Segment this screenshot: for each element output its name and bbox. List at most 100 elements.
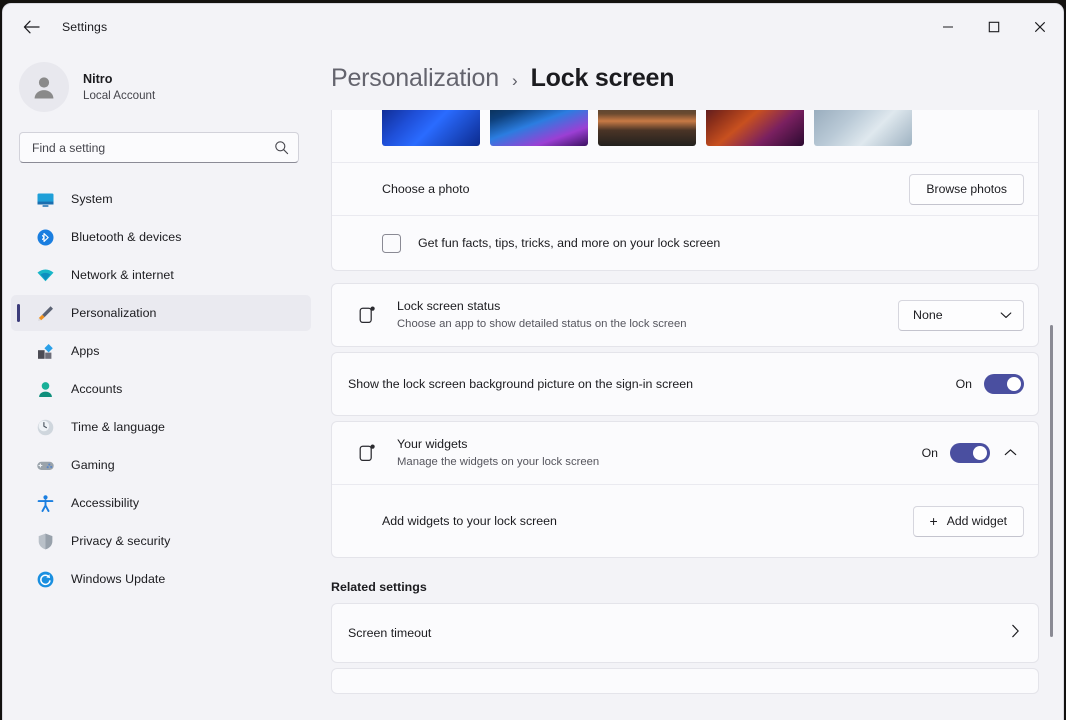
avatar bbox=[19, 62, 69, 112]
signin-background-toggle-group: On bbox=[956, 374, 1024, 394]
wifi-icon bbox=[35, 265, 55, 285]
sidebar: Nitro Local Account bbox=[3, 50, 323, 720]
your-widgets-expanded-content: Add widgets to your lock screen + Add wi… bbox=[332, 485, 1038, 557]
breadcrumb-parent[interactable]: Personalization bbox=[331, 64, 499, 93]
related-setting-screen-timeout[interactable]: Screen timeout bbox=[332, 604, 1038, 662]
choose-photo-row: Choose a photo Browse photos bbox=[332, 163, 1038, 215]
choose-photo-label: Choose a photo bbox=[382, 182, 909, 196]
add-widget-button-label: Add widget bbox=[947, 514, 1007, 528]
clock-icon bbox=[35, 417, 55, 437]
your-widgets-card: Your widgets Manage the widgets on your … bbox=[331, 421, 1039, 558]
lock-screen-status-description: Choose an app to show detailed status on… bbox=[397, 316, 898, 332]
sidebar-item-label: Personalization bbox=[71, 306, 156, 320]
breadcrumb: Personalization › Lock screen bbox=[323, 50, 1064, 93]
content-pane: Personalization › Lock screen Choose a p… bbox=[323, 50, 1064, 720]
chevron-right-icon bbox=[1011, 624, 1020, 643]
close-button[interactable] bbox=[1017, 4, 1063, 50]
account-person-icon bbox=[35, 379, 55, 399]
sidebar-item-label: Privacy & security bbox=[71, 534, 170, 548]
lock-screen-status-dropdown[interactable]: None bbox=[898, 300, 1024, 331]
signin-background-row: Show the lock screen background picture … bbox=[332, 353, 1038, 415]
lock-screen-status-row: Lock screen status Choose an app to show… bbox=[332, 284, 1038, 346]
chevron-up-icon bbox=[1004, 444, 1017, 462]
add-widget-button[interactable]: + Add widget bbox=[913, 506, 1025, 537]
screen-timeout-card: Screen timeout bbox=[331, 603, 1039, 663]
content-scrollbar[interactable] bbox=[1046, 110, 1058, 720]
sidebar-item-label: Accessibility bbox=[71, 496, 139, 510]
sidebar-item-gaming[interactable]: Gaming bbox=[11, 447, 311, 483]
sidebar-item-accounts[interactable]: Accounts bbox=[11, 371, 311, 407]
maximize-button[interactable] bbox=[971, 4, 1017, 50]
breadcrumb-separator-icon: › bbox=[512, 71, 518, 91]
wallpaper-thumbnail[interactable] bbox=[814, 110, 912, 146]
sidebar-item-time-language[interactable]: Time & language bbox=[11, 409, 311, 445]
sidebar-nav: System Bluetooth & devices bbox=[3, 181, 323, 597]
sidebar-item-apps[interactable]: Apps bbox=[11, 333, 311, 369]
your-widgets-description: Manage the widgets on your lock screen bbox=[397, 454, 922, 470]
sidebar-item-label: Windows Update bbox=[71, 572, 165, 586]
related-settings-title: Related settings bbox=[331, 580, 1064, 594]
signin-background-card: Show the lock screen background picture … bbox=[331, 352, 1039, 416]
add-widgets-label: Add widgets to your lock screen bbox=[382, 514, 913, 528]
app-title: Settings bbox=[62, 20, 107, 34]
sidebar-item-label: Accounts bbox=[71, 382, 122, 396]
user-profile[interactable]: Nitro Local Account bbox=[19, 62, 323, 112]
toggle-knob bbox=[973, 446, 987, 460]
search-box[interactable] bbox=[19, 132, 299, 163]
plus-icon: + bbox=[930, 514, 938, 528]
related-setting-partial-card[interactable] bbox=[331, 668, 1039, 694]
your-widgets-expand-button[interactable] bbox=[996, 439, 1024, 467]
sidebar-item-accessibility[interactable]: Accessibility bbox=[11, 485, 311, 521]
fun-facts-label: Get fun facts, tips, tricks, and more on… bbox=[418, 236, 720, 250]
sidebar-item-label: System bbox=[71, 192, 113, 206]
search-icon bbox=[274, 140, 289, 155]
monitor-icon bbox=[35, 189, 55, 209]
fun-facts-row: Get fun facts, tips, tricks, and more on… bbox=[332, 216, 1038, 270]
sidebar-item-bluetooth-devices[interactable]: Bluetooth & devices bbox=[11, 219, 311, 255]
apps-grid-icon bbox=[35, 341, 55, 361]
your-widgets-toggle[interactable] bbox=[950, 443, 990, 463]
your-widgets-toggle-group: On bbox=[922, 443, 990, 463]
scrollbar-thumb[interactable] bbox=[1050, 325, 1053, 637]
wallpaper-thumbnail-row bbox=[332, 110, 1038, 162]
sidebar-item-privacy-security[interactable]: Privacy & security bbox=[11, 523, 311, 559]
signin-background-toggle[interactable] bbox=[984, 374, 1024, 394]
accessibility-person-icon bbox=[35, 493, 55, 513]
signin-background-label: Show the lock screen background picture … bbox=[348, 377, 956, 391]
signin-background-state: On bbox=[956, 377, 972, 391]
settings-window: Settings bbox=[2, 3, 1064, 720]
your-widgets-header-row[interactable]: Your widgets Manage the widgets on your … bbox=[332, 422, 1038, 484]
wallpaper-thumbnail[interactable] bbox=[598, 110, 696, 146]
settings-scroll-area: Choose a photo Browse photos Get fun fac… bbox=[323, 110, 1064, 720]
your-widgets-title: Your widgets bbox=[397, 436, 922, 453]
your-widgets-state: On bbox=[922, 446, 938, 460]
chevron-down-icon bbox=[1000, 308, 1012, 322]
sidebar-item-network-internet[interactable]: Network & internet bbox=[11, 257, 311, 293]
person-avatar-icon bbox=[29, 72, 59, 102]
lockscreen-widgets-icon bbox=[353, 438, 383, 468]
sidebar-item-personalization[interactable]: Personalization bbox=[11, 295, 311, 331]
page-title: Lock screen bbox=[531, 64, 675, 93]
gamepad-icon bbox=[35, 455, 55, 475]
fun-facts-checkbox[interactable] bbox=[382, 234, 401, 253]
back-button[interactable] bbox=[14, 12, 48, 42]
sidebar-item-system[interactable]: System bbox=[11, 181, 311, 217]
sidebar-item-windows-update[interactable]: Windows Update bbox=[11, 561, 311, 597]
wallpaper-thumbnail[interactable] bbox=[490, 110, 588, 146]
lockscreen-status-icon bbox=[353, 300, 383, 330]
sidebar-item-label: Gaming bbox=[71, 458, 115, 472]
bluetooth-icon bbox=[35, 227, 55, 247]
screen-timeout-label: Screen timeout bbox=[348, 626, 1011, 640]
add-widgets-row: Add widgets to your lock screen + Add wi… bbox=[332, 485, 1038, 557]
sidebar-item-label: Bluetooth & devices bbox=[71, 230, 181, 244]
wallpaper-thumbnail[interactable] bbox=[382, 110, 480, 146]
close-icon bbox=[1034, 21, 1046, 33]
minimize-icon bbox=[942, 21, 954, 33]
minimize-button[interactable] bbox=[925, 4, 971, 50]
sidebar-item-label: Network & internet bbox=[71, 268, 174, 282]
maximize-icon bbox=[988, 21, 1000, 33]
toggle-knob bbox=[1007, 377, 1021, 391]
browse-photos-button[interactable]: Browse photos bbox=[909, 174, 1024, 205]
wallpaper-thumbnail[interactable] bbox=[706, 110, 804, 146]
search-input[interactable] bbox=[32, 141, 274, 155]
